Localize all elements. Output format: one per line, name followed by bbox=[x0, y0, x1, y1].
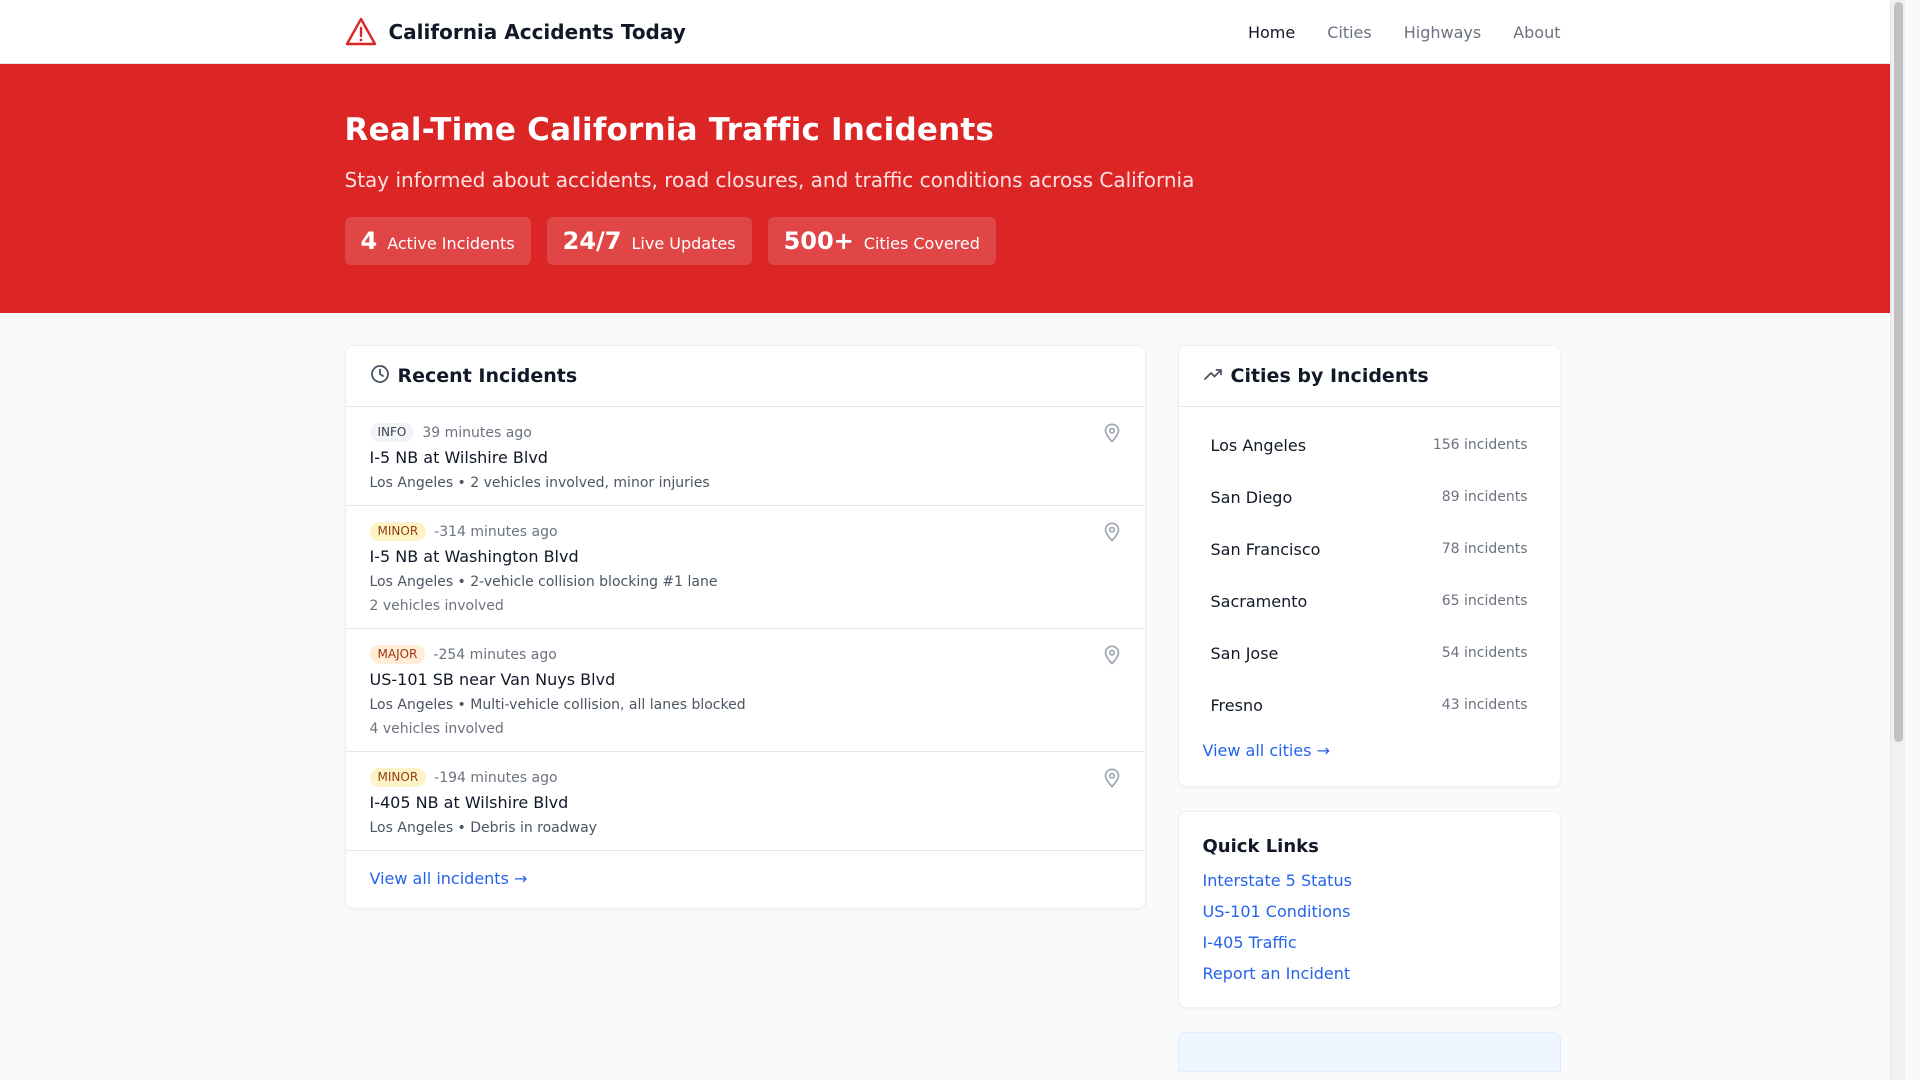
stat-active-incidents: 4 Active Incidents bbox=[344, 217, 531, 265]
card-header: Recent Incidents bbox=[345, 346, 1145, 407]
stat-label: Active Incidents bbox=[387, 233, 515, 253]
top-navigation-bar: California Accidents Today Home Cities H… bbox=[0, 0, 1905, 64]
quick-link-interstate-5[interactable]: Interstate 5 Status bbox=[1203, 871, 1536, 890]
incident-item[interactable]: MINOR -194 minutes ago I-405 NB at Wilsh… bbox=[345, 752, 1145, 851]
severity-badge: MINOR bbox=[369, 522, 427, 541]
stat-value: 4 bbox=[360, 227, 378, 255]
incident-description: Los Angeles • 2 vehicles involved, minor… bbox=[369, 475, 710, 491]
stat-value: 500+ bbox=[783, 227, 854, 255]
page: California Accidents Today Home Cities H… bbox=[0, 0, 1905, 1080]
nav-cities[interactable]: Cities bbox=[1327, 23, 1372, 42]
incident-item[interactable]: MAJOR -254 minutes ago US-101 SB near Va… bbox=[345, 629, 1145, 752]
quick-links-list: Interstate 5 Status US-101 Conditions I-… bbox=[1203, 871, 1536, 983]
city-name: San Francisco bbox=[1210, 539, 1321, 559]
city-name: San Jose bbox=[1210, 643, 1279, 663]
cities-by-incidents-card: Cities by Incidents Los Angeles 156 inci… bbox=[1177, 345, 1561, 787]
brand-title: California Accidents Today bbox=[388, 20, 686, 44]
quick-links-title: Quick Links bbox=[1202, 836, 1319, 857]
hero-subtitle: Stay informed about accidents, road clos… bbox=[344, 168, 1195, 192]
cities-list: Los Angeles 156 incidents San Diego 89 i… bbox=[1179, 407, 1560, 731]
nav-home[interactable]: Home bbox=[1248, 23, 1295, 42]
hero-title: Real-Time California Traffic Incidents bbox=[344, 112, 995, 148]
incident-description: Los Angeles • 2-vehicle collision blocki… bbox=[369, 574, 718, 590]
info-card-partial bbox=[1177, 1032, 1561, 1072]
warning-triangle-icon bbox=[345, 17, 377, 47]
incident-time: -194 minutes ago bbox=[434, 769, 558, 786]
city-row-san-diego[interactable]: San Diego 89 incidents bbox=[1203, 471, 1536, 523]
incident-title[interactable]: I-405 NB at Wilshire Blvd bbox=[370, 793, 1121, 812]
incident-title[interactable]: US-101 SB near Van Nuys Blvd bbox=[370, 670, 1121, 689]
card-header: Cities by Incidents bbox=[1178, 346, 1560, 407]
city-row-san-francisco[interactable]: San Francisco 78 incidents bbox=[1203, 523, 1536, 575]
incident-description: Los Angeles • Debris in roadway bbox=[369, 820, 597, 836]
hero-stats: 4 Active Incidents 24/7 Live Updates 500… bbox=[344, 217, 1561, 265]
incident-vehicles: 2 vehicles involved bbox=[369, 598, 504, 614]
city-count: 54 incidents bbox=[1441, 645, 1528, 661]
quick-link-i-405[interactable]: I-405 Traffic bbox=[1203, 933, 1536, 952]
main-content: Recent Incidents INFO 39 minutes ago I-5… bbox=[0, 313, 1905, 1072]
stat-cities-covered: 500+ Cities Covered bbox=[767, 217, 996, 265]
city-row-san-jose[interactable]: San Jose 54 incidents bbox=[1203, 627, 1536, 679]
city-name: Los Angeles bbox=[1210, 435, 1307, 455]
incident-vehicles: 4 vehicles involved bbox=[369, 721, 504, 737]
incident-title[interactable]: I-5 NB at Washington Blvd bbox=[370, 547, 1121, 566]
map-pin-icon[interactable] bbox=[1103, 768, 1121, 788]
incident-time: 39 minutes ago bbox=[422, 424, 532, 441]
city-count: 89 incidents bbox=[1441, 489, 1528, 505]
card-footer: View all cities → bbox=[1179, 731, 1560, 786]
city-name: San Diego bbox=[1210, 487, 1293, 507]
city-count: 156 incidents bbox=[1432, 437, 1528, 453]
hero-banner: Real-Time California Traffic Incidents S… bbox=[0, 64, 1905, 313]
trending-up-icon bbox=[1203, 364, 1223, 388]
stat-value: 24/7 bbox=[562, 227, 622, 255]
incident-item[interactable]: INFO 39 minutes ago I-5 NB at Wilshire B… bbox=[345, 407, 1145, 506]
incident-item[interactable]: MINOR -314 minutes ago I-5 NB at Washing… bbox=[345, 506, 1145, 629]
brand[interactable]: California Accidents Today bbox=[345, 17, 686, 47]
recent-incidents-card: Recent Incidents INFO 39 minutes ago I-5… bbox=[344, 345, 1146, 909]
incident-title[interactable]: I-5 NB at Wilshire Blvd bbox=[370, 448, 1121, 467]
stat-live-updates: 24/7 Live Updates bbox=[546, 217, 752, 265]
map-pin-icon[interactable] bbox=[1103, 423, 1121, 443]
city-row-sacramento[interactable]: Sacramento 65 incidents bbox=[1203, 575, 1536, 627]
city-name: Sacramento bbox=[1210, 591, 1308, 611]
card-footer: View all incidents → bbox=[346, 851, 1145, 908]
stat-label: Live Updates bbox=[631, 233, 736, 253]
scrollbar-thumb[interactable] bbox=[1894, 2, 1903, 742]
clock-icon bbox=[370, 364, 390, 388]
severity-badge: MAJOR bbox=[369, 645, 426, 664]
card-title: Cities by Incidents bbox=[1230, 365, 1429, 387]
main-nav: Home Cities Highways About bbox=[1248, 23, 1561, 42]
incident-time: -314 minutes ago bbox=[434, 523, 558, 540]
incident-description: Los Angeles • Multi-vehicle collision, a… bbox=[369, 697, 746, 713]
map-pin-icon[interactable] bbox=[1103, 645, 1121, 665]
quick-link-report-incident[interactable]: Report an Incident bbox=[1203, 964, 1536, 983]
city-count: 65 incidents bbox=[1441, 593, 1528, 609]
map-pin-icon[interactable] bbox=[1103, 522, 1121, 542]
city-row-los-angeles[interactable]: Los Angeles 156 incidents bbox=[1203, 419, 1536, 471]
nav-about[interactable]: About bbox=[1513, 23, 1560, 42]
page-scrollbar[interactable] bbox=[1890, 0, 1905, 1080]
city-name: Fresno bbox=[1210, 695, 1263, 715]
severity-badge: INFO bbox=[369, 423, 415, 442]
incident-time: -254 minutes ago bbox=[433, 646, 557, 663]
card-title: Recent Incidents bbox=[397, 365, 578, 387]
city-count: 78 incidents bbox=[1441, 541, 1528, 557]
sidebar: Cities by Incidents Los Angeles 156 inci… bbox=[1177, 345, 1561, 1072]
city-count: 43 incidents bbox=[1441, 697, 1528, 713]
quick-link-us-101[interactable]: US-101 Conditions bbox=[1203, 902, 1536, 921]
city-row-fresno[interactable]: Fresno 43 incidents bbox=[1203, 679, 1536, 731]
view-all-cities-link[interactable]: View all cities → bbox=[1203, 741, 1330, 760]
view-all-incidents-link[interactable]: View all incidents → bbox=[370, 869, 528, 888]
nav-highways[interactable]: Highways bbox=[1404, 23, 1481, 42]
stat-label: Cities Covered bbox=[863, 233, 980, 253]
quick-links-card: Quick Links Interstate 5 Status US-101 C… bbox=[1177, 811, 1561, 1008]
severity-badge: MINOR bbox=[369, 768, 427, 787]
